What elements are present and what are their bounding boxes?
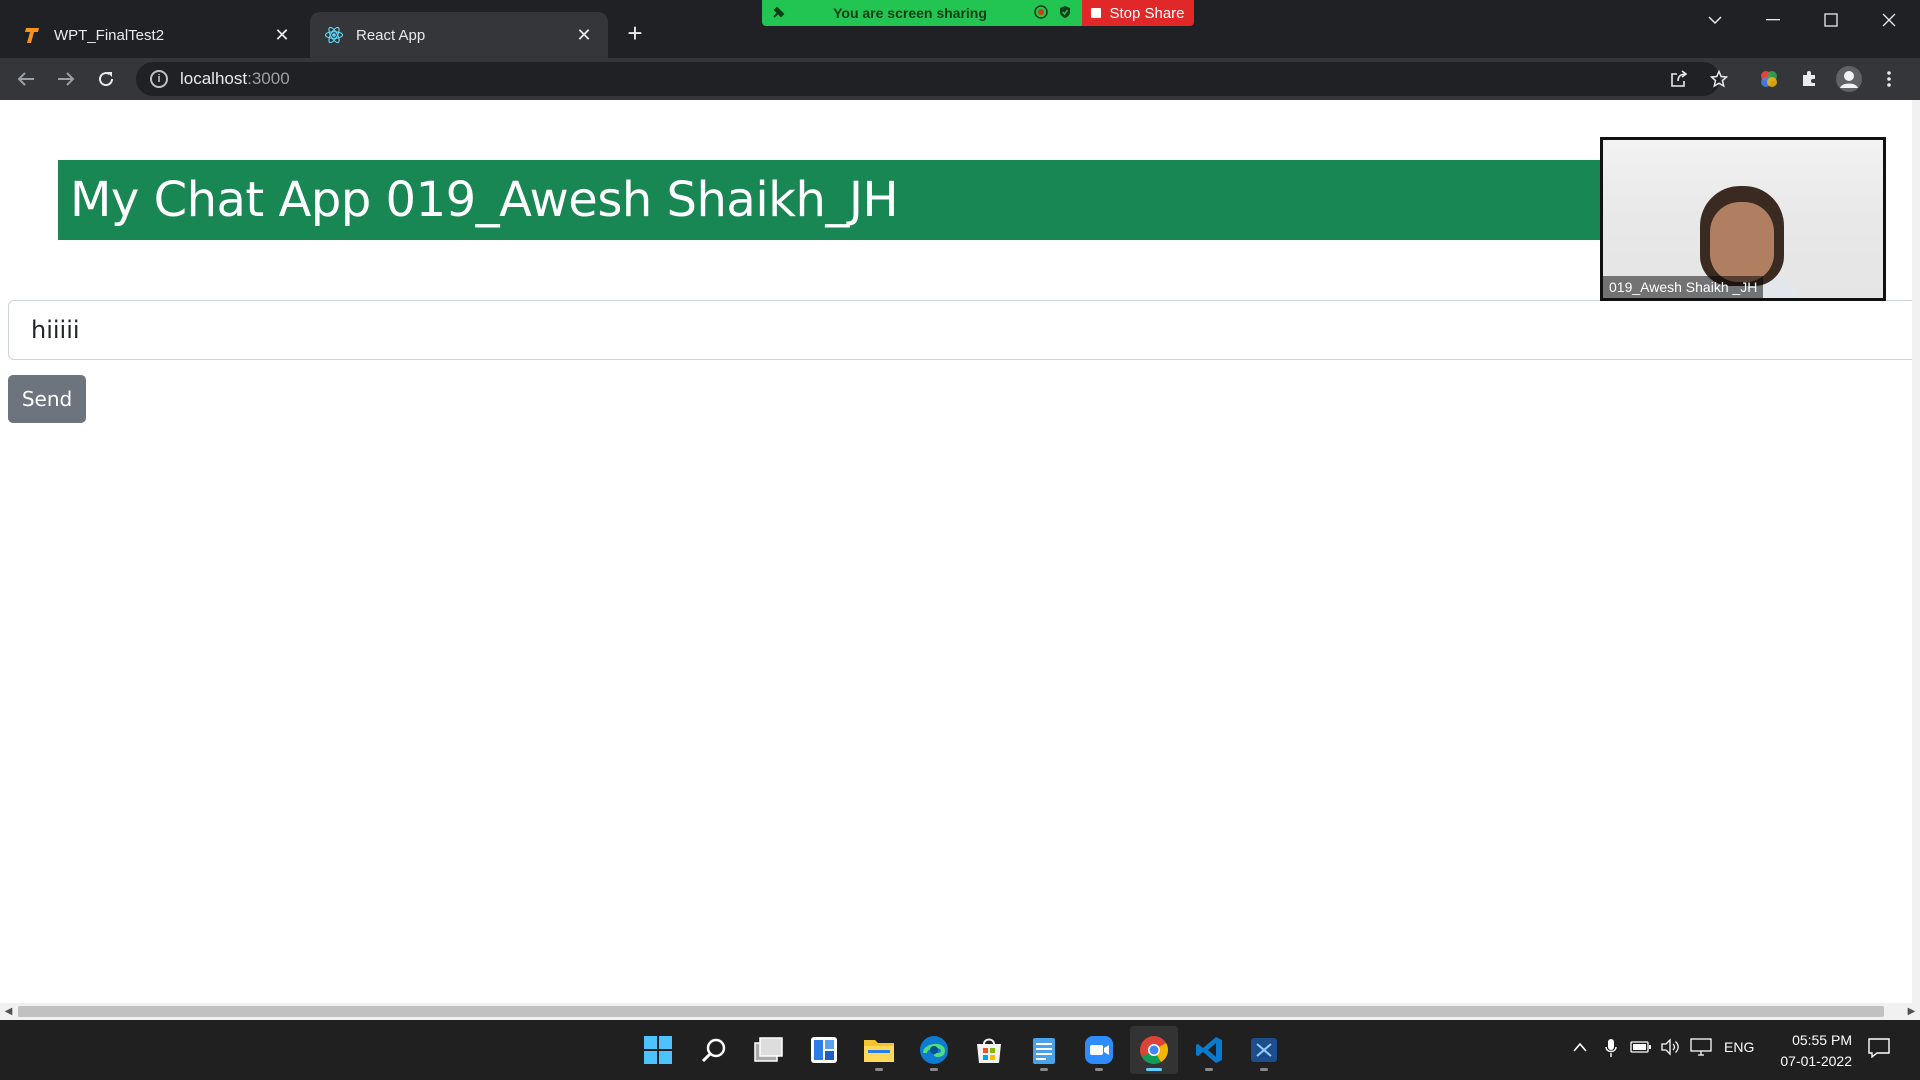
file-explorer-icon[interactable]: [855, 1026, 903, 1074]
stop-square-icon: [1091, 8, 1102, 18]
share-icon[interactable]: [1666, 66, 1692, 92]
url-host: localhost: [180, 69, 248, 88]
active-indicator: [1146, 1068, 1162, 1071]
zoom-icon[interactable]: [1075, 1026, 1123, 1074]
running-indicator: [875, 1068, 883, 1071]
zoom-video-thumbnail[interactable]: 019_Awesh Shaikh _JH: [1600, 137, 1886, 301]
sharing-status-text: You are screen sharing: [833, 5, 987, 21]
vscode-icon[interactable]: [1185, 1026, 1233, 1074]
screen-share-banner: You are screen sharing Stop Share: [762, 0, 1194, 26]
task-view-icon[interactable]: [745, 1026, 793, 1074]
chrome-icon[interactable]: [1130, 1026, 1178, 1074]
running-indicator: [1260, 1068, 1268, 1071]
tab-title: WPT_FinalTest2: [54, 26, 165, 44]
video-participant-name: 019_Awesh Shaikh _JH: [1603, 276, 1764, 298]
close-window-icon[interactable]: [1860, 0, 1918, 40]
url-port: :3000: [247, 69, 290, 88]
language-indicator[interactable]: ENG: [1724, 1039, 1754, 1055]
pin-icon: [772, 5, 786, 22]
horizontal-scrollbar[interactable]: ◀ ▶: [0, 1003, 1920, 1020]
microsoft-store-icon[interactable]: [965, 1026, 1013, 1074]
widgets-icon[interactable]: [800, 1026, 848, 1074]
react-favicon-icon: [324, 25, 344, 45]
running-indicator: [1095, 1068, 1103, 1071]
notifications-icon[interactable]: [1868, 1038, 1890, 1062]
site-info-icon[interactable]: i: [150, 70, 168, 88]
volume-icon[interactable]: [1660, 1038, 1680, 1060]
search-icon[interactable]: [690, 1026, 738, 1074]
microphone-icon[interactable]: [1604, 1038, 1618, 1062]
app-header: My Chat App 019_Awesh Shaikh_JH: [58, 160, 1600, 240]
tab-search-chevron-icon[interactable]: [1686, 0, 1744, 40]
tab-title: React App: [356, 26, 426, 44]
snipping-tool-icon[interactable]: [1240, 1026, 1288, 1074]
address-bar[interactable]: i localhost :3000: [136, 62, 1720, 96]
clock-date: 07-01-2022: [1780, 1053, 1852, 1069]
forward-arrow-icon[interactable]: [49, 62, 83, 96]
color-extension-icon[interactable]: [1756, 66, 1782, 92]
stop-share-label: Stop Share: [1109, 4, 1185, 22]
profile-avatar[interactable]: [1834, 64, 1864, 94]
running-indicator: [1040, 1068, 1048, 1071]
battery-icon[interactable]: [1630, 1040, 1652, 1057]
vertical-scrollbar[interactable]: [1912, 100, 1920, 1003]
video-person-face: [1710, 202, 1774, 282]
notepad-icon[interactable]: [1020, 1026, 1068, 1074]
scroll-right-arrow-icon[interactable]: ▶: [1903, 1003, 1920, 1020]
send-button[interactable]: Send: [8, 375, 86, 423]
tab-close-icon[interactable]: ✕: [272, 25, 292, 45]
record-icon: [1034, 4, 1048, 22]
running-indicator: [930, 1068, 938, 1071]
message-input[interactable]: [8, 300, 1920, 360]
network-icon[interactable]: [1690, 1038, 1712, 1060]
running-indicator: [1205, 1068, 1213, 1071]
tab-react-app[interactable]: React App ✕: [310, 12, 608, 58]
share-status-bar[interactable]: You are screen sharing: [762, 0, 1082, 26]
new-tab-plus-icon[interactable]: +: [620, 18, 650, 48]
minimize-icon[interactable]: [1744, 0, 1802, 40]
tab-wpt-finaltest2[interactable]: WPT_FinalTest2 ✕: [8, 12, 306, 58]
scrollbar-thumb[interactable]: [18, 1006, 1884, 1017]
clock-time: 05:55 PM: [1792, 1032, 1852, 1048]
browser-titlebar: WPT_FinalTest2 ✕ React App ✕ + You are s…: [0, 0, 1920, 58]
scroll-left-arrow-icon[interactable]: ◀: [0, 1003, 17, 1020]
extensions-puzzle-icon[interactable]: [1796, 66, 1822, 92]
page-title: My Chat App 019_Awesh Shaikh_JH: [70, 172, 899, 228]
tab-favicon-icon: [22, 25, 42, 45]
edge-browser-icon[interactable]: [910, 1026, 958, 1074]
shield-icon: [1058, 5, 1072, 22]
windows-start-icon[interactable]: [634, 1026, 682, 1074]
windows-taskbar: ENG 05:55 PM 07-01-2022: [0, 1020, 1920, 1080]
bookmark-star-icon[interactable]: [1706, 66, 1732, 92]
maximize-icon[interactable]: [1802, 0, 1860, 40]
show-hidden-icons-chevron-icon[interactable]: [1572, 1040, 1588, 1057]
back-arrow-icon[interactable]: [9, 62, 43, 96]
stop-share-button[interactable]: Stop Share: [1082, 0, 1194, 26]
reload-icon[interactable]: [89, 62, 123, 96]
browser-toolbar: i localhost :3000: [0, 58, 1920, 100]
tab-close-icon[interactable]: ✕: [574, 25, 594, 45]
clock[interactable]: 05:55 PM 07-01-2022: [1760, 1030, 1852, 1072]
more-menu-icon[interactable]: [1876, 66, 1902, 92]
